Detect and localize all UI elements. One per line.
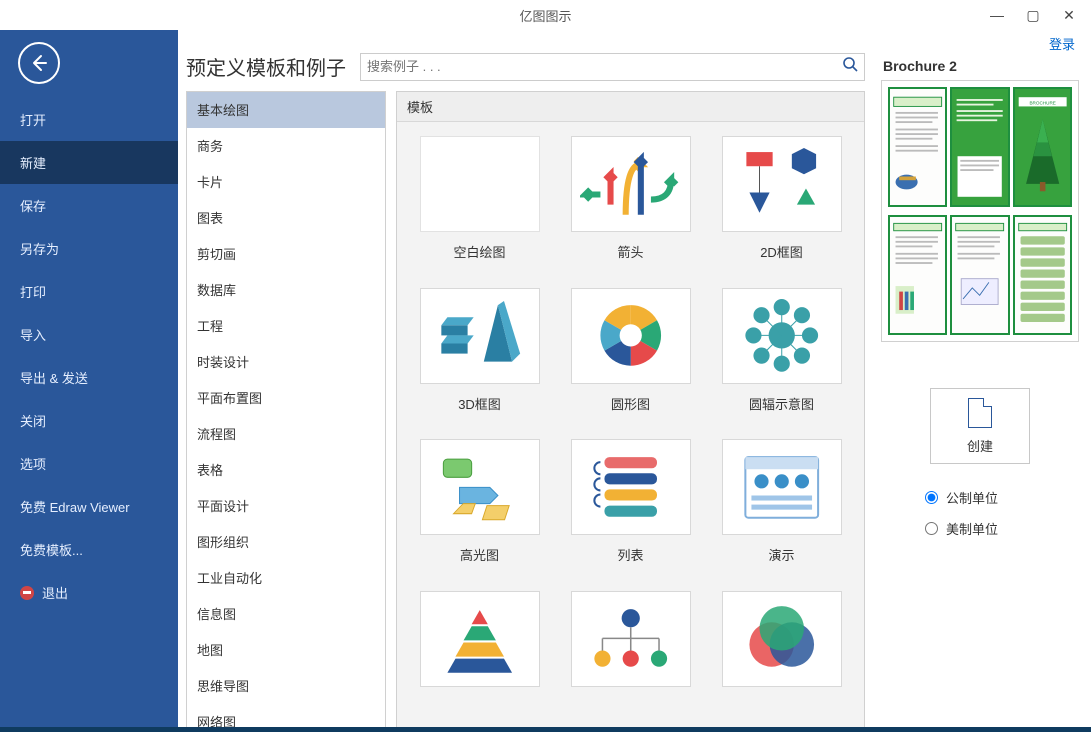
category-item[interactable]: 工程 xyxy=(187,308,385,344)
sidebar: 打开 新建 保存 另存为 打印 导入 导出 & 发送 关闭 选项 免费 Edra… xyxy=(0,30,178,732)
template-item-highlight[interactable]: 高光图 xyxy=(407,439,552,581)
preview-title: Brochure 2 xyxy=(883,58,957,74)
pyramid-icon xyxy=(420,591,540,687)
category-item[interactable]: 商务 xyxy=(187,128,385,164)
brochure-panel-2 xyxy=(950,87,1009,207)
sidebar-item-save[interactable]: 保存 xyxy=(0,184,178,227)
category-item[interactable]: 工业自动化 xyxy=(187,560,385,596)
close-button[interactable]: ✕ xyxy=(1055,4,1083,26)
template-label: 圆辐示意图 xyxy=(749,394,814,413)
blank-icon xyxy=(420,136,540,232)
box2d-icon xyxy=(722,136,842,232)
sidebar-item-exit[interactable]: 退出 xyxy=(0,571,178,614)
search-box[interactable] xyxy=(360,53,865,81)
category-item[interactable]: 数据库 xyxy=(187,272,385,308)
template-label: 演示 xyxy=(768,545,794,564)
radial-icon xyxy=(722,288,842,384)
sidebar-item-print[interactable]: 打印 xyxy=(0,270,178,313)
highlight-icon xyxy=(420,439,540,535)
sidebar-item-close[interactable]: 关闭 xyxy=(0,399,178,442)
sidebar-item-options[interactable]: 选项 xyxy=(0,442,178,485)
template-item-arrows[interactable]: 箭头 xyxy=(558,136,703,278)
right-panel: Brochure 2 BROCHURE xyxy=(875,30,1091,732)
login-link[interactable]: 登录 xyxy=(1049,34,1075,53)
page-title: 预定义模板和例子 xyxy=(186,52,346,81)
taskbar-sliver xyxy=(0,727,1091,732)
template-item-venn[interactable] xyxy=(709,591,854,714)
template-item-orgtree[interactable] xyxy=(558,591,703,714)
minimize-button[interactable]: — xyxy=(983,4,1011,26)
back-button[interactable] xyxy=(18,42,60,84)
create-button-label: 创建 xyxy=(967,436,993,455)
template-item-2dbox[interactable]: 2D框图 xyxy=(709,136,854,278)
template-panel: 模板 空白绘图 箭头 xyxy=(396,91,865,728)
template-label: 2D框图 xyxy=(760,242,803,261)
maximize-button[interactable]: ▢ xyxy=(1019,4,1047,26)
orgtree-icon xyxy=(571,591,691,687)
category-list[interactable]: 基本绘图 商务 卡片 图表 剪切画 数据库 工程 时装设计 平面布置图 流程图 … xyxy=(186,91,386,728)
sidebar-item-label: 退出 xyxy=(42,583,68,602)
brochure-panel-6 xyxy=(1013,215,1072,335)
box3d-icon xyxy=(420,288,540,384)
new-document-icon xyxy=(968,398,992,428)
category-item[interactable]: 时装设计 xyxy=(187,344,385,380)
list-icon xyxy=(571,439,691,535)
category-item[interactable]: 网络图 xyxy=(187,704,385,728)
brochure-panel-1 xyxy=(888,87,947,207)
app-title: 亿图图示 xyxy=(519,6,571,25)
stop-icon xyxy=(20,586,34,600)
template-item-radial[interactable]: 圆辐示意图 xyxy=(709,288,854,430)
template-item-3dbox[interactable]: 3D框图 xyxy=(407,288,552,430)
template-label: 箭头 xyxy=(617,242,643,261)
search-icon[interactable] xyxy=(842,56,858,77)
brochure-panel-4 xyxy=(888,215,947,335)
brochure-panel-5 xyxy=(950,215,1009,335)
create-button[interactable]: 创建 xyxy=(930,388,1030,464)
template-item-circle[interactable]: 圆形图 xyxy=(558,288,703,430)
circle-chart-icon xyxy=(571,288,691,384)
template-label: 3D框图 xyxy=(458,394,501,413)
template-item-list[interactable]: 列表 xyxy=(558,439,703,581)
category-item[interactable]: 地图 xyxy=(187,632,385,668)
sidebar-item-export[interactable]: 导出 & 发送 xyxy=(0,356,178,399)
template-section-header: 模板 xyxy=(397,92,864,122)
arrow-left-icon xyxy=(29,53,49,73)
sidebar-item-open[interactable]: 打开 xyxy=(0,98,178,141)
template-item-presentation[interactable]: 演示 xyxy=(709,439,854,581)
category-item[interactable]: 信息图 xyxy=(187,596,385,632)
template-label: 空白绘图 xyxy=(453,242,505,261)
template-label: 圆形图 xyxy=(611,394,650,413)
sidebar-item-free-templates[interactable]: 免费模板... xyxy=(0,528,178,571)
svg-text:BROCHURE: BROCHURE xyxy=(1029,101,1055,106)
category-item[interactable]: 平面布置图 xyxy=(187,380,385,416)
category-item[interactable]: 基本绘图 xyxy=(187,92,385,128)
arrows-icon xyxy=(571,136,691,232)
category-item[interactable]: 表格 xyxy=(187,452,385,488)
template-grid: 空白绘图 箭头 2D框图 xyxy=(397,122,864,727)
sidebar-item-viewer[interactable]: 免费 Edraw Viewer xyxy=(0,485,178,528)
unit-imperial-radio[interactable]: 美制单位 xyxy=(925,519,998,538)
category-item[interactable]: 思维导图 xyxy=(187,668,385,704)
sidebar-item-saveas[interactable]: 另存为 xyxy=(0,227,178,270)
category-item[interactable]: 图形组织 xyxy=(187,524,385,560)
category-item[interactable]: 流程图 xyxy=(187,416,385,452)
sidebar-item-import[interactable]: 导入 xyxy=(0,313,178,356)
unit-metric-radio[interactable]: 公制单位 xyxy=(925,488,998,507)
radio-label: 公制单位 xyxy=(946,488,998,507)
category-item[interactable]: 卡片 xyxy=(187,164,385,200)
template-label: 列表 xyxy=(617,545,643,564)
template-item-pyramid[interactable] xyxy=(407,591,552,714)
template-label: 高光图 xyxy=(460,545,499,564)
category-item[interactable]: 图表 xyxy=(187,200,385,236)
category-item[interactable]: 平面设计 xyxy=(187,488,385,524)
sidebar-item-new[interactable]: 新建 xyxy=(0,141,178,184)
venn-icon xyxy=(722,591,842,687)
category-item[interactable]: 剪切画 xyxy=(187,236,385,272)
preview-card: BROCHURE xyxy=(881,80,1079,342)
brochure-panel-3: BROCHURE xyxy=(1013,87,1072,207)
radio-label: 美制单位 xyxy=(946,519,998,538)
search-input[interactable] xyxy=(367,59,842,74)
presentation-icon xyxy=(722,439,842,535)
template-item-blank[interactable]: 空白绘图 xyxy=(407,136,552,278)
